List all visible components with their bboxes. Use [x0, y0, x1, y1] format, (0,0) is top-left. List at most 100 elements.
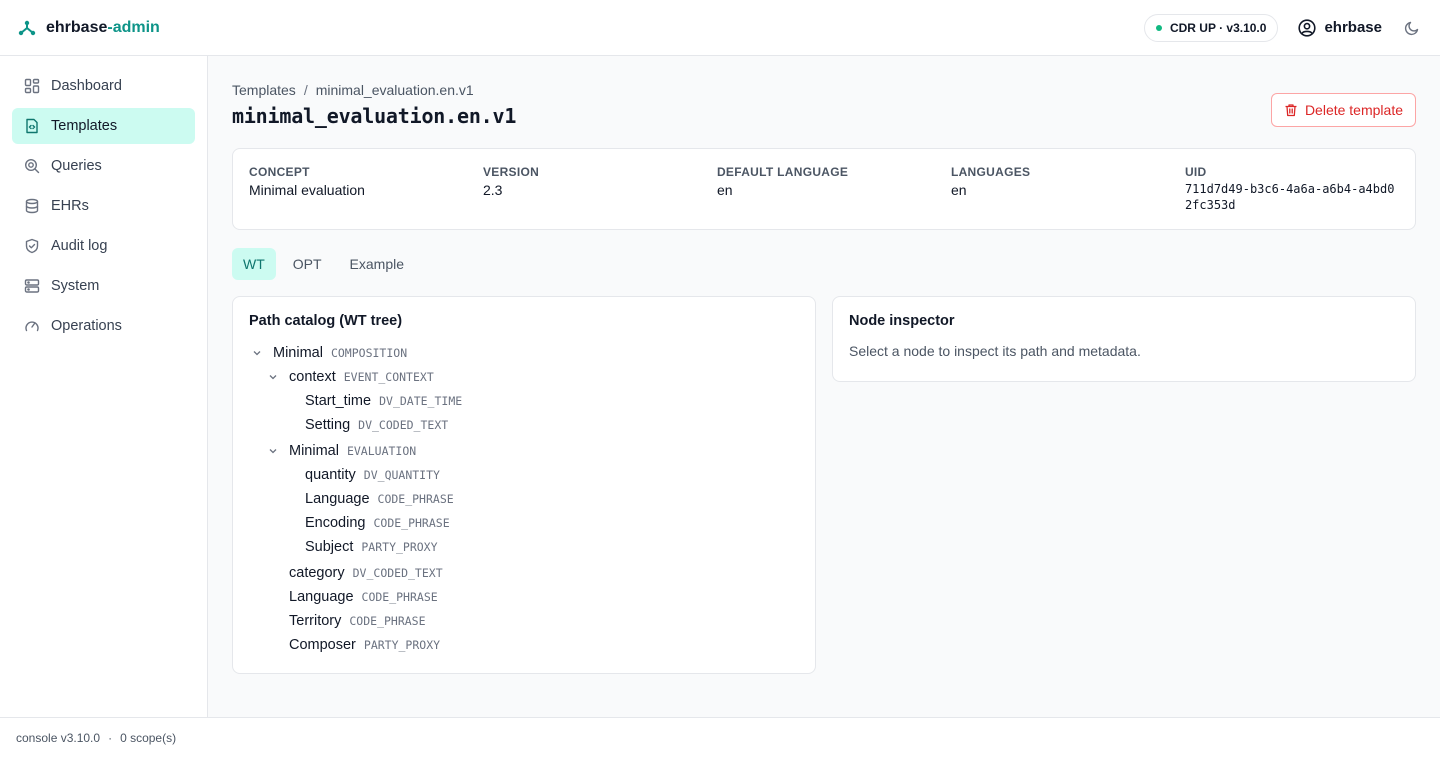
- tree-node[interactable]: category DV_CODED_TEXT: [249, 561, 799, 585]
- default-language-value: en: [716, 182, 733, 198]
- trash-icon: [1285, 104, 1297, 117]
- breadcrumb: Templates / minimal_evaluation.en.v1: [232, 82, 1416, 98]
- languages-value: en: [950, 182, 967, 198]
- cdr-status-text: CDR UP · v3.10.0: [1169, 20, 1267, 35]
- path-catalog-title: Path catalog (WT tree): [249, 313, 403, 329]
- sidebar-item-label: Queries: [51, 158, 102, 174]
- tab-example[interactable]: Example: [339, 248, 415, 280]
- sidebar-item-label: EHRs: [51, 198, 89, 214]
- concept-label: CONCEPT: [249, 165, 310, 179]
- version-value: 2.3: [482, 182, 503, 198]
- user-circle-icon: [1298, 18, 1317, 37]
- tree-node-type: CODE_PHRASE: [349, 614, 426, 628]
- tree-node[interactable]: Setting DV_CODED_TEXT: [249, 413, 799, 437]
- user-menu[interactable]: ehrbase: [1298, 18, 1382, 37]
- shield-icon: [25, 238, 39, 254]
- tree-node[interactable]: quantity DV_QUANTITY: [249, 463, 799, 487]
- tree-node-type: DV_CODED_TEXT: [358, 418, 449, 432]
- tab-opt[interactable]: OPT: [282, 248, 333, 280]
- tree-node[interactable]: Start_time DV_DATE_TIME: [249, 389, 799, 413]
- dashboard-icon: [24, 78, 40, 94]
- sidebar-item-operations[interactable]: Operations: [12, 308, 195, 344]
- database-icon: [25, 198, 39, 214]
- tree-node-type: CODE_PHRASE: [373, 516, 450, 530]
- tree-node-type: CODE_PHRASE: [377, 492, 454, 506]
- tree-node-name: category: [289, 565, 345, 581]
- tree-node-type: PARTY_PROXY: [361, 540, 438, 554]
- chevron-down-icon[interactable]: [249, 345, 265, 361]
- gauge-icon: [25, 321, 39, 332]
- tree-node-type: EVENT_CONTEXT: [343, 370, 434, 384]
- tree-node-name: Subject: [305, 539, 354, 555]
- tree-node[interactable]: Minimal EVALUATION: [249, 439, 799, 463]
- tree-node-name: Language: [305, 491, 370, 507]
- tree-node-type: DV_QUANTITY: [363, 468, 440, 482]
- sidebar-item-system[interactable]: System: [12, 268, 195, 304]
- tree-node-name: Setting: [305, 417, 351, 433]
- chevron-down-icon[interactable]: [265, 443, 281, 459]
- tree-node-type: DV_CODED_TEXT: [352, 566, 443, 580]
- version-label: VERSION: [482, 165, 540, 179]
- concept-value: Minimal evaluation: [249, 182, 365, 198]
- tree-node[interactable]: Minimal COMPOSITION: [249, 341, 799, 365]
- node-inspector-title: Node inspector: [849, 313, 955, 329]
- sidebar-item-label: Templates: [51, 118, 118, 134]
- node-inspector-hint: Select a node to inspect its path and me…: [849, 343, 1141, 359]
- tree-node-name: Territory: [289, 613, 342, 629]
- uid-label: UID: [1184, 165, 1207, 179]
- sidebar-item-label: Operations: [51, 318, 122, 334]
- brand-accent: -admin: [107, 18, 160, 36]
- tree-node[interactable]: Composer PARTY_PROXY: [249, 633, 799, 657]
- sidebar-item-queries[interactable]: Queries: [12, 148, 195, 184]
- tree-node[interactable]: Language CODE_PHRASE: [249, 585, 799, 609]
- scope-count: 0 scope(s): [120, 730, 177, 745]
- main-content: Templates / minimal_evaluation.en.v1 min…: [208, 56, 1440, 717]
- path-catalog-panel: Path catalog (WT tree) Minimal COMPOSITI…: [232, 296, 816, 674]
- tree-node-name: Minimal: [289, 443, 339, 459]
- theme-toggle-button[interactable]: [1402, 18, 1422, 38]
- view-tabs: WT OPT Example: [232, 248, 1416, 280]
- tree-node-name: Minimal: [273, 345, 323, 361]
- tree-node-type: EVALUATION: [346, 444, 417, 458]
- languages-label: LANGUAGES: [950, 165, 1031, 179]
- tree-node-type: COMPOSITION: [330, 346, 408, 360]
- delete-template-button[interactable]: Delete template: [1270, 93, 1416, 127]
- path-tree: Minimal COMPOSITION context EVENT_CONTEX…: [249, 341, 799, 657]
- node-inspector-panel: Node inspector Select a node to inspect …: [832, 296, 1416, 382]
- tab-wt[interactable]: WT: [232, 248, 276, 280]
- tree-node[interactable]: Encoding CODE_PHRASE: [249, 511, 799, 535]
- sidebar-item-label: Dashboard: [51, 78, 122, 94]
- sidebar-item-dashboard[interactable]: Dashboard: [12, 68, 195, 104]
- search-icon: [24, 158, 40, 174]
- tree-node-name: Start_time: [305, 393, 372, 409]
- tree-node[interactable]: Territory CODE_PHRASE: [249, 609, 799, 633]
- breadcrumb-separator: /: [303, 82, 308, 98]
- breadcrumb-current: minimal_evaluation.en.v1: [315, 82, 474, 98]
- user-name: ehrbase: [1324, 19, 1382, 36]
- uid-value: 711d7d49-b3c6-4a6a-a6b4-a4bd02fc353d: [1184, 182, 1395, 212]
- page-title: minimal_evaluation.en.v1: [232, 104, 517, 128]
- tree-node-type: DV_DATE_TIME: [379, 394, 463, 408]
- chevron-down-icon[interactable]: [265, 369, 281, 385]
- breadcrumb-root-link[interactable]: Templates: [232, 82, 296, 98]
- cdr-status-badge: CDR UP · v3.10.0: [1143, 13, 1279, 42]
- top-bar: ehrbase-admin CDR UP · v3.10.0 ehrbase: [0, 0, 1440, 56]
- sidebar-item-audit-log[interactable]: Audit log: [12, 228, 195, 264]
- tree-node[interactable]: context EVENT_CONTEXT: [249, 365, 799, 389]
- brand[interactable]: ehrbase-admin: [18, 19, 160, 37]
- sidebar-item-ehrs[interactable]: EHRs: [12, 188, 195, 224]
- tree-node-name: quantity: [305, 467, 356, 483]
- sidebar-item-label: Audit log: [51, 238, 108, 254]
- tree-node[interactable]: Subject PARTY_PROXY: [249, 535, 799, 559]
- tree-node-type: PARTY_PROXY: [363, 638, 441, 652]
- sidebar-item-label: System: [51, 278, 100, 294]
- delete-template-label: Delete template: [1304, 102, 1403, 118]
- server-icon: [24, 279, 40, 293]
- tree-node-name: Encoding: [305, 515, 366, 531]
- moon-icon: [1404, 21, 1419, 35]
- tree-node[interactable]: Language CODE_PHRASE: [249, 487, 799, 511]
- tree-node-name: Language: [289, 589, 354, 605]
- sidebar-item-templates[interactable]: Templates: [12, 108, 195, 144]
- default-language-label: DEFAULT LANGUAGE: [716, 165, 849, 179]
- template-metadata-card: CONCEPT Minimal evaluation VERSION 2.3 D…: [232, 148, 1416, 230]
